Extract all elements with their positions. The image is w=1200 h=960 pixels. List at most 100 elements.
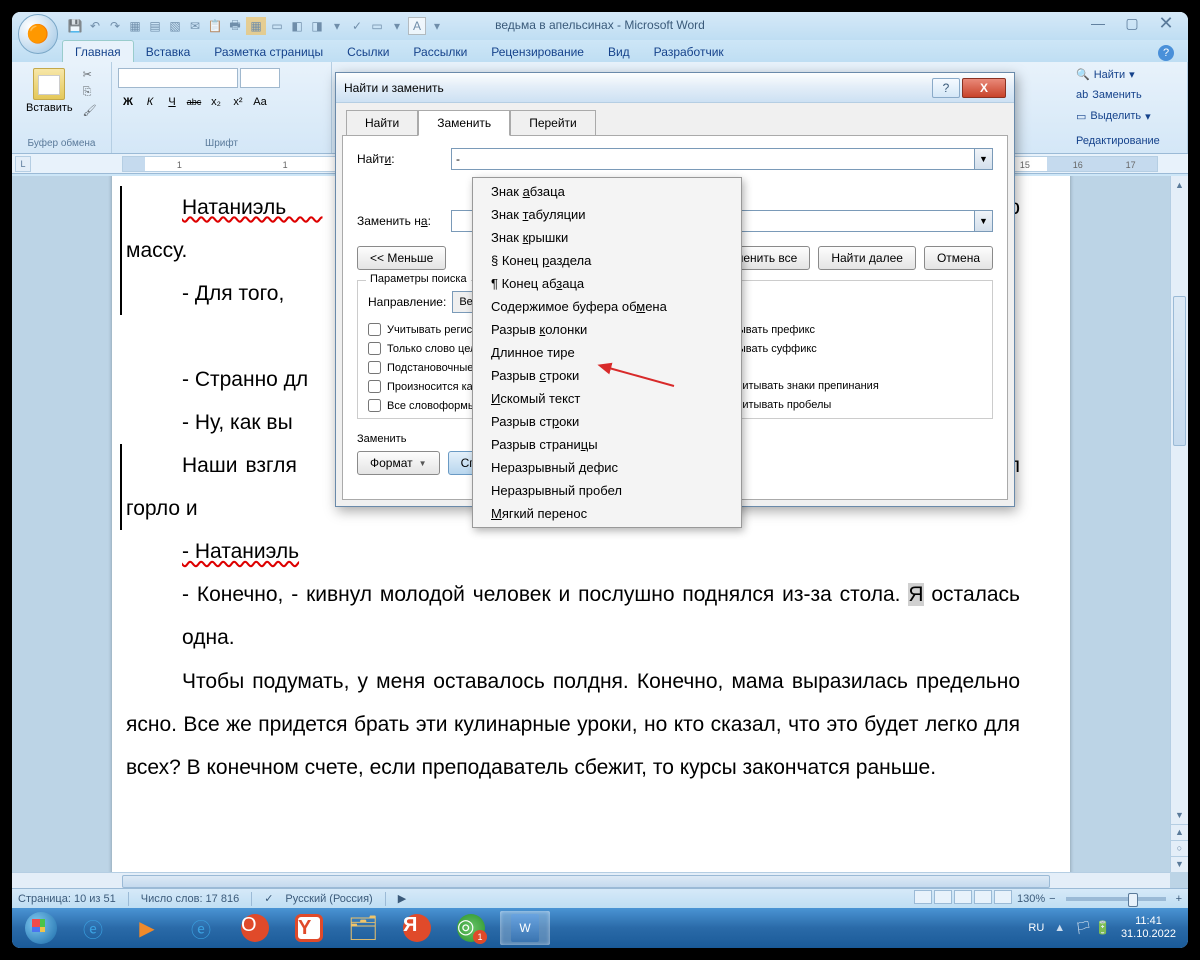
menu-item[interactable]: Знак абзаца xyxy=(473,180,741,203)
find-next-button[interactable]: Найти далее xyxy=(818,246,916,270)
format-painter-icon[interactable]: 🖌 xyxy=(83,104,97,118)
menu-item[interactable]: Знак табуляции xyxy=(473,203,741,226)
qat-icon[interactable]: ✓ xyxy=(348,17,366,35)
task-explorer[interactable]: 🗂 xyxy=(338,911,388,945)
copy-icon[interactable]: ⎘ xyxy=(83,86,97,100)
bold-button[interactable]: Ж xyxy=(118,92,138,112)
qat-icon[interactable]: ▾ xyxy=(328,17,346,35)
menu-item[interactable]: Разрыв колонки xyxy=(473,318,741,341)
dialog-tab-replace[interactable]: Заменить xyxy=(418,110,510,136)
menu-item[interactable]: Мягкий перенос xyxy=(473,502,741,525)
case-button[interactable]: Aa xyxy=(250,92,270,112)
status-proofing-icon[interactable]: ✓ xyxy=(264,892,273,905)
qat-icon[interactable]: ▦ xyxy=(126,17,144,35)
task-opera[interactable]: O xyxy=(230,911,280,945)
view-buttons[interactable] xyxy=(913,890,1013,907)
menu-item[interactable]: Разрыв строки xyxy=(473,410,741,433)
menu-item[interactable]: Длинное тире xyxy=(473,341,741,364)
format-button[interactable]: Формат▼ xyxy=(357,451,440,475)
tray-battery-icon[interactable]: 🔋 xyxy=(1095,920,1111,935)
tray-flag-icon[interactable]: 🏳 xyxy=(1075,920,1092,935)
font-size-select[interactable] xyxy=(240,68,280,88)
qat-icon[interactable]: ▭ xyxy=(368,17,386,35)
zoom-slider[interactable] xyxy=(1066,897,1166,901)
minimize-button[interactable]: — xyxy=(1086,14,1110,32)
menu-item[interactable]: Искомый текст xyxy=(473,387,741,410)
menu-item[interactable]: Разрыв страницы xyxy=(473,433,741,456)
qat-redo-icon[interactable]: ↷ xyxy=(106,17,124,35)
underline-button[interactable]: Ч xyxy=(162,92,182,112)
dialog-help-button[interactable]: ? xyxy=(932,78,960,98)
menu-item[interactable]: Содержимое буфера обмена xyxy=(473,295,741,318)
task-ya[interactable]: Я xyxy=(392,911,442,945)
zoom-value[interactable]: 130% xyxy=(1017,893,1045,905)
tab-mailings[interactable]: Рассылки xyxy=(401,41,479,62)
menu-item[interactable]: § Конец раздела xyxy=(473,249,741,272)
maximize-button[interactable]: ▢ xyxy=(1120,14,1144,32)
task-ie[interactable]: ⓔ xyxy=(68,911,118,945)
scroll-thumb[interactable] xyxy=(1173,296,1186,446)
find-input[interactable] xyxy=(451,148,975,170)
qat-icon[interactable]: ▤ xyxy=(146,17,164,35)
help-icon[interactable]: ? xyxy=(1158,45,1174,61)
task-yandex[interactable]: Y xyxy=(284,911,334,945)
qat-icon[interactable]: ◧ xyxy=(288,17,306,35)
less-button[interactable]: << Меньше xyxy=(357,246,446,270)
qat-save-icon[interactable]: 💾 xyxy=(66,17,84,35)
task-ie2[interactable]: ⓔ xyxy=(176,911,226,945)
status-words[interactable]: Число слов: 17 816 xyxy=(141,893,239,905)
menu-item[interactable]: ¶ Конец абзаца xyxy=(473,272,741,295)
task-media[interactable]: ▶ xyxy=(122,911,172,945)
tray-lang[interactable]: RU xyxy=(1028,922,1044,934)
paste-button[interactable]: Вставить xyxy=(18,64,81,122)
find-dropdown-icon[interactable]: ▼ xyxy=(975,148,993,170)
tab-home[interactable]: Главная xyxy=(62,40,134,62)
dialog-tab-goto[interactable]: Перейти xyxy=(510,110,596,136)
tab-developer[interactable]: Разработчик xyxy=(642,41,736,62)
browse-icon[interactable]: ○ xyxy=(1171,840,1188,856)
tab-insert[interactable]: Вставка xyxy=(134,41,203,62)
tab-review[interactable]: Рецензирование xyxy=(479,41,596,62)
close-button[interactable]: ✕ xyxy=(1154,14,1178,32)
tab-references[interactable]: Ссылки xyxy=(335,41,401,62)
qat-dropdown-icon[interactable]: ▾ xyxy=(428,17,446,35)
qat-icon[interactable]: ▭ xyxy=(268,17,286,35)
tray-clock[interactable]: 11:4131.10.2022 xyxy=(1121,915,1176,941)
dialog-close-button[interactable]: X xyxy=(962,78,1006,98)
qat-icon[interactable]: ▾ xyxy=(388,17,406,35)
scroll-up-icon[interactable]: ▲ xyxy=(1171,176,1188,194)
tab-view[interactable]: Вид xyxy=(596,41,642,62)
menu-item[interactable]: Разрыв строки xyxy=(473,364,741,387)
menu-item[interactable]: Знак крышки xyxy=(473,226,741,249)
qat-undo-icon[interactable]: ↶ xyxy=(86,17,104,35)
superscript-button[interactable]: x² xyxy=(228,92,248,112)
scroll-down-icon[interactable]: ▼ xyxy=(1171,806,1188,824)
menu-item[interactable]: Неразрывный пробел xyxy=(473,479,741,502)
task-word[interactable]: W xyxy=(500,911,550,945)
qat-icon[interactable]: 🖶 xyxy=(226,17,244,35)
qat-icon[interactable]: ◨ xyxy=(308,17,326,35)
zoom-in-icon[interactable]: + xyxy=(1176,893,1182,905)
ruler-corner[interactable]: L xyxy=(15,156,31,172)
font-family-select[interactable] xyxy=(118,68,238,88)
status-macro-icon[interactable]: ▶ xyxy=(398,892,406,905)
qat-font-box[interactable]: A xyxy=(408,17,426,35)
vertical-scrollbar[interactable]: ▲ ▼ ▲○▼ xyxy=(1170,176,1188,872)
status-lang[interactable]: Русский (Россия) xyxy=(285,893,372,905)
tab-layout[interactable]: Разметка страницы xyxy=(202,41,335,62)
office-button[interactable]: 🟠 xyxy=(18,14,58,54)
select-button[interactable]: ▭Выделить ▾ xyxy=(1076,108,1179,125)
status-page[interactable]: Страница: 10 из 51 xyxy=(18,893,116,905)
find-button[interactable]: 🔍Найти ▾ xyxy=(1076,66,1179,83)
qat-icon[interactable]: ▦ xyxy=(246,17,266,35)
qat-icon[interactable]: ✉ xyxy=(186,17,204,35)
dialog-tab-find[interactable]: Найти xyxy=(346,110,418,136)
replace-button[interactable]: abЗаменить xyxy=(1076,87,1179,103)
qat-icon[interactable]: 📋 xyxy=(206,17,224,35)
cancel-button[interactable]: Отмена xyxy=(924,246,993,270)
next-page-icon[interactable]: ▼ xyxy=(1171,856,1188,872)
task-green[interactable]: ◎ xyxy=(446,911,496,945)
start-button[interactable] xyxy=(18,910,64,946)
replace-dropdown-icon[interactable]: ▼ xyxy=(975,210,993,232)
prev-page-icon[interactable]: ▲ xyxy=(1171,824,1188,840)
